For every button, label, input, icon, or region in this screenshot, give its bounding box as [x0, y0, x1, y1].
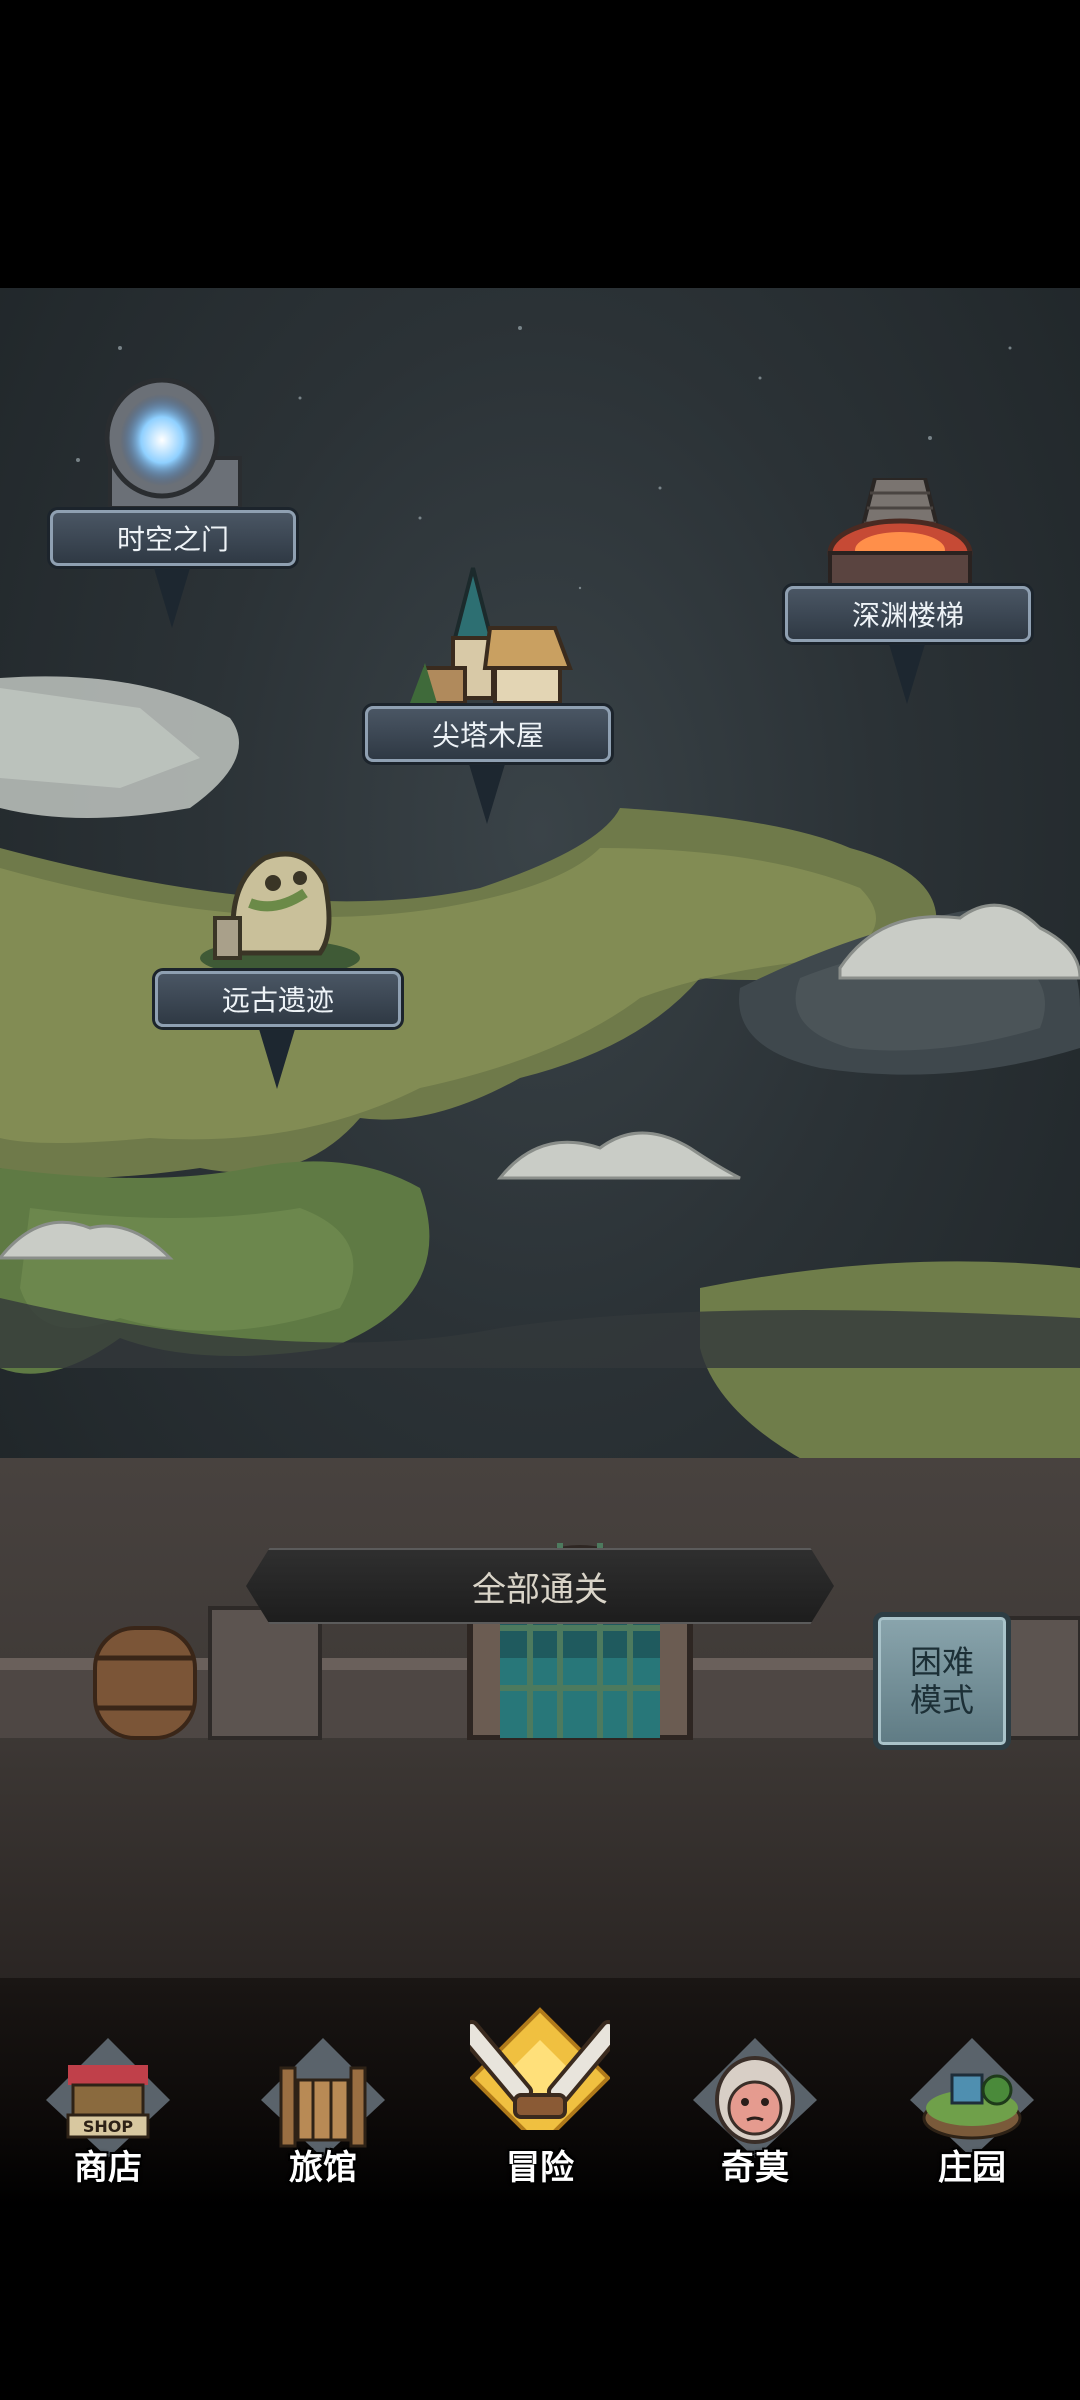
nav-creatures[interactable]: 奇莫 — [665, 2030, 845, 2200]
location-spire-cabin[interactable]: 尖塔木屋 — [365, 558, 611, 824]
location-label-spire-cabin: 尖塔木屋 — [365, 706, 611, 762]
location-pin — [469, 764, 505, 824]
location-label-time-gate: 时空之门 — [50, 510, 296, 566]
nav-adventure[interactable]: 冒险 — [450, 2000, 630, 2188]
abyss-stairs-icon — [827, 476, 973, 590]
nav-label-adventure: 冒险 — [506, 2148, 574, 2188]
nav-label-creatures: 奇莫 — [721, 2148, 789, 2188]
location-label-ancient-ruins: 远古遗迹 — [155, 971, 401, 1027]
location-abyss-stairs[interactable]: 深渊楼梯 — [785, 476, 1031, 738]
spire-cabin-house-icon — [410, 567, 573, 705]
adventure-map-scene: 时空之门 尖塔木屋 深渊楼梯 远古遗迹 — [0, 288, 1080, 2206]
nav-shop[interactable]: SHOP 商店 — [18, 2030, 198, 2200]
location-label-abyss-stairs: 深渊楼梯 — [785, 586, 1031, 642]
all-cleared-banner: 全部通关 — [246, 1548, 834, 1624]
location-pin — [154, 568, 190, 628]
nav-label-manor: 庄园 — [938, 2148, 1006, 2188]
nav-inn[interactable]: 旅馆 — [233, 2030, 413, 2200]
location-time-gate[interactable]: 时空之门 — [50, 377, 296, 638]
ancient-ruins-idol-icon — [200, 851, 360, 976]
nav-manor[interactable]: 庄园 — [882, 2030, 1062, 2200]
nav-label-shop: 商店 — [74, 2148, 142, 2188]
location-pin — [889, 644, 925, 704]
time-gate-portal-icon — [104, 377, 242, 510]
location-pin — [259, 1029, 295, 1089]
location-ancient-ruins[interactable]: 远古遗迹 — [155, 823, 401, 1089]
nav-label-inn: 旅馆 — [289, 2148, 357, 2188]
crossed-swords-icon — [470, 2007, 610, 2130]
hard-mode-button[interactable]: 困难 模式 — [873, 1612, 1011, 1750]
shop-sign: SHOP — [83, 2117, 134, 2136]
